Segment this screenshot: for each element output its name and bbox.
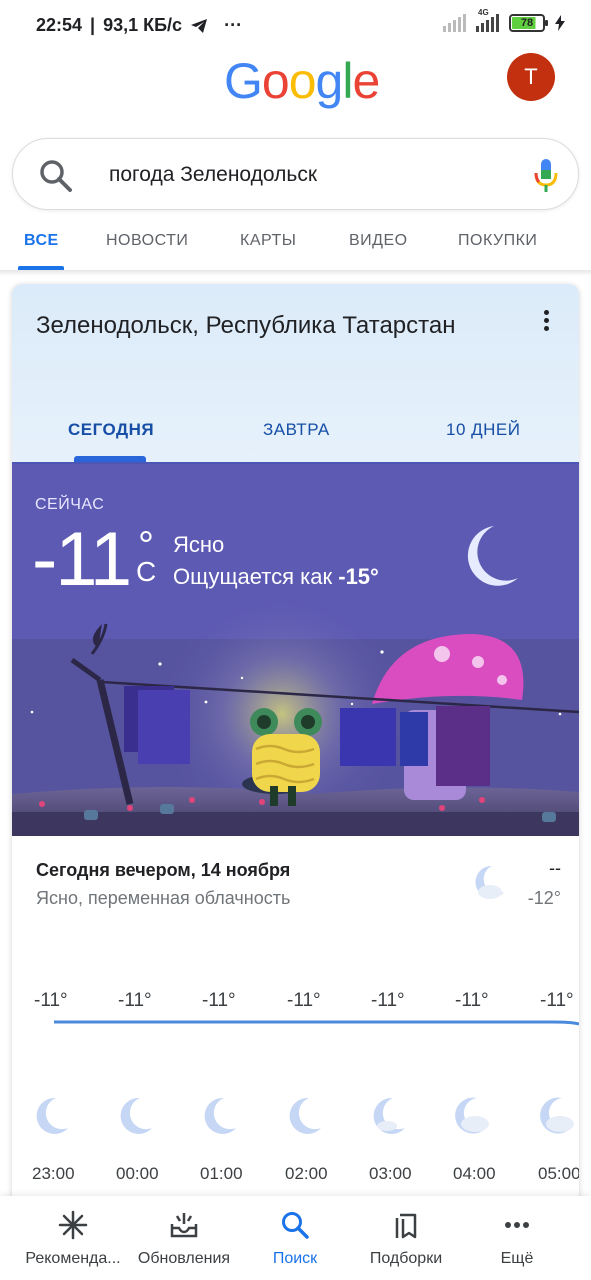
current-temperature: -11 <box>32 517 132 602</box>
now-label: СЕЙЧАС <box>35 496 105 513</box>
more-vert-icon[interactable] <box>538 310 554 332</box>
nav-label: Рекоменда... <box>25 1250 121 1267</box>
hourly-temp: -11° <box>34 990 68 1011</box>
bottom-navigation: Рекоменда... Обновления Поиск Подборки Е… <box>0 1196 591 1280</box>
signal-icon <box>443 14 466 32</box>
nav-label: Обновления <box>137 1250 231 1267</box>
feels-like: Ощущается как -15° <box>173 564 379 589</box>
status-dots: ··· <box>224 15 243 35</box>
tonight-title: Сегодня вечером, 14 ноября <box>36 860 291 880</box>
tonight-high: -- <box>549 858 561 878</box>
tab-10-days[interactable]: 10 ДНЕЙ <box>446 420 520 440</box>
tabs-divider <box>0 270 591 276</box>
moon-cloud-icon <box>540 1097 574 1134</box>
search-input[interactable]: погода Зеленодольск <box>109 163 317 187</box>
hourly-time: 04:00 <box>453 1164 496 1183</box>
hourly-temp: -11° <box>540 990 574 1011</box>
more-icon <box>505 1222 529 1228</box>
tab-all[interactable]: ВСЕ <box>24 232 59 250</box>
tonight-description: Ясно, переменная облачность <box>36 888 291 908</box>
moon-cloud-icon <box>373 1097 405 1134</box>
hourly-time: 05:00 <box>538 1164 579 1183</box>
status-left: 22:54 | 93,1 КБ/с ··· <box>36 15 243 35</box>
temperature-line <box>54 1020 579 1026</box>
tab-tomorrow[interactable]: ЗАВТРА <box>263 420 330 440</box>
moon-cloud-icon <box>475 865 504 899</box>
status-time: 22:54 <box>36 15 83 35</box>
tab-news[interactable]: НОВОСТИ <box>106 232 188 250</box>
moon-icon <box>204 1097 236 1134</box>
tab-maps[interactable]: КАРТЫ <box>240 232 296 250</box>
nav-updates[interactable]: Обновления <box>125 1196 243 1280</box>
weather-location: Зеленодольск, Республика Татарстан <box>36 312 456 339</box>
moon-icon <box>467 526 518 586</box>
hourly-time: 23:00 <box>32 1164 75 1183</box>
status-speed: 93,1 КБ/с <box>103 15 183 35</box>
battery-level: 78 <box>512 17 542 29</box>
hourly-time: 02:00 <box>285 1164 328 1183</box>
tonight-low: -12° <box>527 888 561 908</box>
nav-label: Поиск <box>272 1250 318 1267</box>
hourly-temp: -11° <box>202 990 236 1011</box>
hourly-temp: -11° <box>287 990 321 1011</box>
google-logo: Google <box>224 53 380 109</box>
search-icon[interactable] <box>39 159 73 193</box>
nav-more[interactable]: Ещё <box>458 1196 576 1280</box>
search-tabs: ВСЕ НОВОСТИ КАРТЫ ВИДЕО ПОКУПКИ <box>0 212 591 270</box>
nav-label: Ещё <box>500 1250 534 1267</box>
nav-search[interactable]: Поиск <box>236 1196 354 1280</box>
hourly-temp: -11° <box>371 990 405 1011</box>
updates-icon <box>170 1213 198 1238</box>
hourly-temp: -11° <box>118 990 152 1011</box>
tab-today[interactable]: СЕГОДНЯ <box>68 420 154 440</box>
hourly-forecast: -11° -11° -11° -11° -11° -11° -11° 23:00… <box>12 974 579 1214</box>
hourly-time: 03:00 <box>369 1164 412 1183</box>
moon-cloud-icon <box>455 1097 489 1134</box>
status-right: 4G 78 <box>443 8 565 32</box>
asterisk-icon <box>58 1210 88 1240</box>
weather-illustration: СЕЙЧАС -11 ° C Ясно Ощущается как -15° <box>12 464 579 836</box>
nav-label: Подборки <box>369 1250 443 1267</box>
hourly-time: 01:00 <box>200 1164 243 1183</box>
moon-icon <box>120 1097 152 1134</box>
battery-icon: 78 <box>509 14 548 32</box>
signal-4g-icon: 4G <box>476 8 499 32</box>
weather-card: Зеленодольск, Республика Татарстан СЕГОД… <box>12 284 579 1214</box>
nav-collections[interactable]: Подборки <box>347 1196 465 1280</box>
status-bar: 22:54 | 93,1 КБ/с ··· 4G 78 <box>0 0 591 52</box>
search-icon <box>282 1212 309 1239</box>
telegram-icon <box>191 18 208 33</box>
charging-icon <box>555 15 565 31</box>
tab-video[interactable]: ВИДЕО <box>349 232 408 250</box>
moon-icon <box>289 1097 321 1134</box>
temperature-unit[interactable]: C <box>136 556 156 588</box>
tab-shopping[interactable]: ПОКУПКИ <box>458 232 537 250</box>
moon-icon <box>36 1097 68 1134</box>
nav-recommendations[interactable]: Рекоменда... <box>14 1196 132 1280</box>
hourly-time: 00:00 <box>116 1164 159 1183</box>
hourly-temp: -11° <box>455 990 489 1011</box>
collections-icon <box>395 1213 417 1239</box>
search-box[interactable]: погода Зеленодольск <box>12 138 579 210</box>
avatar[interactable]: T <box>507 53 555 101</box>
weather-condition: Ясно <box>173 532 225 557</box>
microphone-icon[interactable] <box>531 157 561 193</box>
weather-header: Зеленодольск, Республика Татарстан СЕГОД… <box>12 284 579 464</box>
